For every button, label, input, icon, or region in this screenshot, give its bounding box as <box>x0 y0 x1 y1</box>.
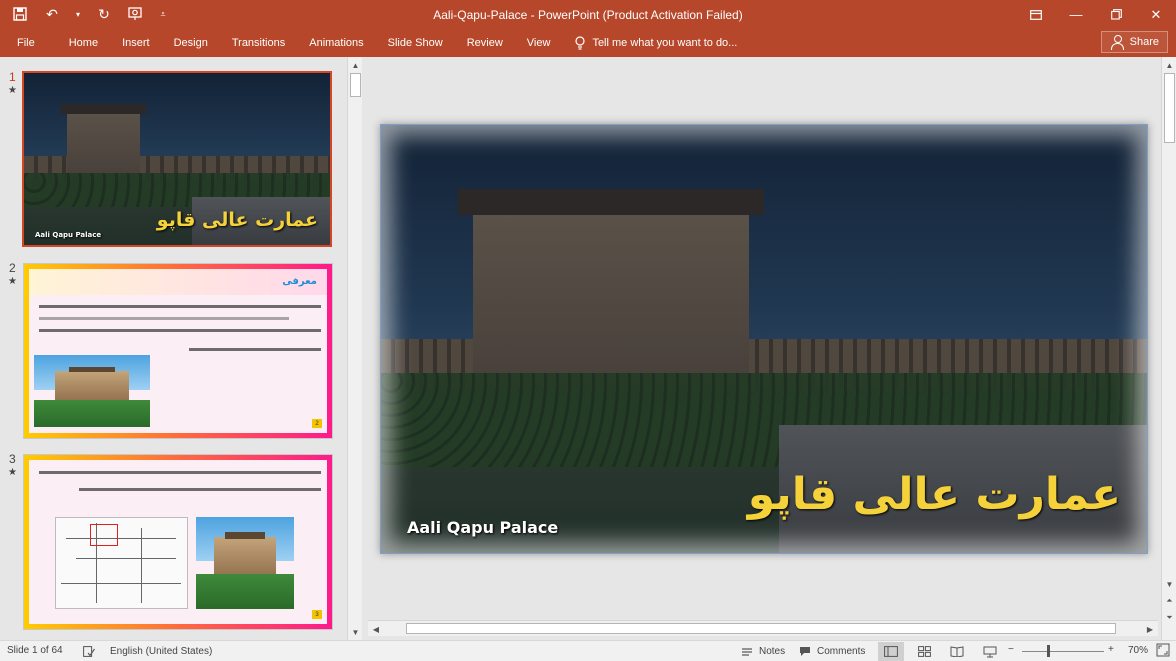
scrollbar-thumb[interactable] <box>350 73 361 97</box>
slide-thumbnail-pane: 1 ★ عمارت عالی قاپو Aali Qapu Palace 2 ★… <box>0 57 364 640</box>
animation-star-icon: ★ <box>8 276 17 287</box>
present-from-start-icon[interactable] <box>126 4 146 24</box>
notes-icon <box>740 645 754 658</box>
zoom-out-icon[interactable]: − <box>1008 644 1014 655</box>
tab-review[interactable]: Review <box>455 29 515 57</box>
scrollbar-thumb[interactable] <box>1164 73 1175 143</box>
comment-icon <box>798 645 812 658</box>
current-slide[interactable]: عمارت عالی قاپو Aali Qapu Palace <box>380 124 1148 554</box>
zoom-in-icon[interactable]: + <box>1108 644 1114 655</box>
slide-number: 1 <box>9 70 16 84</box>
tell-me-label: Tell me what you want to do... <box>592 37 738 49</box>
scrollbar-thumb[interactable] <box>406 623 1116 634</box>
ribbon: File Home Insert Design Transitions Anim… <box>0 29 1176 57</box>
tab-view[interactable]: View <box>515 29 563 57</box>
palace-photo <box>34 355 150 427</box>
slide-number: 2 <box>9 261 16 275</box>
person-icon <box>1110 35 1124 50</box>
comments-button[interactable]: Comments <box>798 645 865 658</box>
spelling-check-icon <box>82 645 96 658</box>
scroll-down-icon[interactable]: ▼ <box>348 625 363 639</box>
animation-star-icon: ★ <box>8 467 17 478</box>
window-controls: — ✕ <box>1016 0 1176 29</box>
reading-view-icon[interactable] <box>944 642 970 661</box>
slide-subtitle[interactable]: Aali Qapu Palace <box>407 518 558 537</box>
tell-me-box[interactable]: Tell me what you want to do... <box>562 29 749 57</box>
customize-qat-icon[interactable]: ⩡ <box>158 4 168 24</box>
zoom-slider-track[interactable] <box>1022 651 1104 652</box>
thumbnail-scrollbar[interactable]: ▲ ▼ <box>347 57 362 640</box>
tab-file[interactable]: File <box>0 29 57 57</box>
share-button[interactable]: Share <box>1100 31 1168 53</box>
save-icon[interactable] <box>10 4 30 24</box>
window-title: Aali-Qapu-Palace - PowerPoint (Product A… <box>433 8 743 22</box>
slide-thumbnail-2[interactable]: معرفی 2 <box>23 263 333 439</box>
scroll-right-icon[interactable]: ▶ <box>1143 622 1157 636</box>
zoom-level[interactable]: 70% <box>1128 645 1148 656</box>
site-plan-map <box>55 517 188 609</box>
slide-thumbnail-1[interactable]: عمارت عالی قاپو Aali Qapu Palace <box>22 71 332 247</box>
next-slide-icon[interactable]: ⏷ <box>1162 611 1176 625</box>
restore-icon[interactable] <box>1096 0 1136 29</box>
language-indicator[interactable]: English (United States) <box>82 645 212 658</box>
tab-design[interactable]: Design <box>162 29 220 57</box>
fit-to-window-icon[interactable] <box>1156 643 1170 657</box>
page-number-badge: 2 <box>312 419 322 428</box>
slide-thumbnail-3[interactable]: 3 <box>23 454 333 630</box>
minimize-icon[interactable]: — <box>1056 0 1096 29</box>
slide-editor: عمارت عالی قاپو Aali Qapu Palace <box>366 57 1161 640</box>
slide-counter[interactable]: Slide 1 of 64 <box>7 645 63 656</box>
tab-transitions[interactable]: Transitions <box>220 29 297 57</box>
scroll-left-icon[interactable]: ◀ <box>369 622 383 636</box>
slide-title: عمارت عالی قاپو <box>156 209 318 231</box>
slide-subtitle: Aali Qapu Palace <box>35 231 102 239</box>
scroll-up-icon[interactable]: ▲ <box>1162 58 1176 72</box>
slide-title[interactable]: عمارت عالی قاپو <box>748 469 1121 520</box>
scroll-down-icon[interactable]: ▼ <box>1162 577 1176 591</box>
animation-star-icon: ★ <box>8 85 17 96</box>
normal-view-icon[interactable] <box>878 642 904 661</box>
quick-access-toolbar: ↶ ▾ ↻ ⩡ <box>10 4 168 24</box>
previous-slide-icon[interactable]: ⏶ <box>1162 594 1176 608</box>
slide-show-icon[interactable] <box>977 642 1003 661</box>
editor-horizontal-scrollbar[interactable]: ◀ ▶ <box>368 620 1158 636</box>
slide-title: معرفی <box>282 276 317 287</box>
notes-button[interactable]: Notes <box>740 645 785 658</box>
ribbon-display-options-icon[interactable] <box>1016 0 1056 29</box>
tab-animations[interactable]: Animations <box>297 29 375 57</box>
tab-slide-show[interactable]: Slide Show <box>376 29 455 57</box>
language-label: English (United States) <box>110 646 213 657</box>
ribbon-tabs: File Home Insert Design Transitions Anim… <box>0 29 749 57</box>
scroll-up-icon[interactable]: ▲ <box>348 58 363 72</box>
editor-vertical-scrollbar[interactable]: ▲ ▼ ⏶ ⏷ <box>1161 57 1176 640</box>
share-label: Share <box>1129 36 1159 48</box>
close-icon[interactable]: ✕ <box>1136 0 1176 29</box>
undo-dropdown-icon[interactable]: ▾ <box>74 4 82 24</box>
redo-icon[interactable]: ↻ <box>94 4 114 24</box>
lightbulb-icon <box>574 36 586 50</box>
undo-icon[interactable]: ↶ <box>42 4 62 24</box>
zoom-slider-thumb[interactable] <box>1047 645 1050 657</box>
tab-home[interactable]: Home <box>57 29 110 57</box>
comments-label: Comments <box>817 646 866 657</box>
notes-label: Notes <box>759 646 786 657</box>
page-number-badge: 3 <box>312 610 322 619</box>
slide-sorter-icon[interactable] <box>911 642 937 661</box>
tab-insert[interactable]: Insert <box>110 29 162 57</box>
palace-photo <box>196 517 294 609</box>
status-bar: Slide 1 of 64 English (United States) No… <box>0 640 1176 661</box>
title-bar: ↶ ▾ ↻ ⩡ Aali-Qapu-Palace - PowerPoint (P… <box>0 0 1176 29</box>
slide-number: 3 <box>9 452 16 466</box>
